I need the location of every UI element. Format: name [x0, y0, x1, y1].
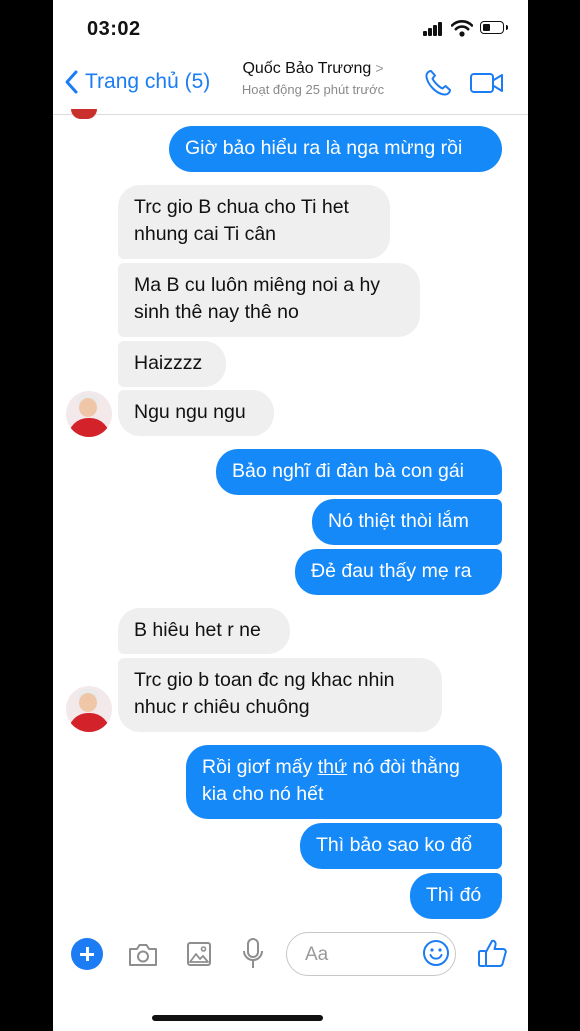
microphone-icon[interactable]: [242, 937, 264, 971]
message-bubble-sent[interactable]: Thì đó: [410, 873, 502, 919]
gallery-icon[interactable]: [186, 941, 212, 967]
contact-info[interactable]: Quốc Bảo Trương > Hoạt động 25 phút trước: [228, 60, 398, 97]
phone-icon[interactable]: [423, 68, 453, 98]
message-composer: Aa: [53, 920, 528, 990]
message-bubble-received[interactable]: B hiêu het r ne: [118, 608, 290, 654]
activity-status: Hoạt động 25 phút trước: [241, 82, 385, 97]
message-bubble-received[interactable]: Ngu ngu ngu: [118, 390, 274, 436]
home-indicator[interactable]: [152, 1015, 323, 1021]
message-input-placeholder: Aa: [305, 944, 329, 965]
message-bubble-sent[interactable]: Rồi giơf mấy thứ nó đòi thằng kia cho nó…: [186, 745, 502, 819]
back-chevron-icon: [65, 70, 78, 94]
back-button[interactable]: Trang chủ (5): [61, 64, 210, 100]
status-bar: 03:02: [53, 0, 528, 52]
message-bubble-sent[interactable]: Đẻ đau thấy mẹ ra: [295, 549, 502, 595]
battery-icon: [480, 21, 508, 34]
contact-title: Quốc Bảo Trương >: [228, 60, 398, 78]
contact-avatar[interactable]: [66, 391, 112, 437]
phone-screen: 03:02 Trang chủ (5) Quốc Bảo Trương > Hoạ…: [53, 0, 528, 1031]
message-bubble-sent[interactable]: Giờ bảo hiểu ra là nga mừng rồi: [169, 126, 502, 172]
camera-icon[interactable]: [127, 942, 159, 968]
message-bubble-received[interactable]: Trc gio B chua cho Ti het nhung cai Ti c…: [118, 185, 390, 259]
contact-avatar[interactable]: [66, 686, 112, 732]
message-bubble-sent[interactable]: Bảo nghĩ đi đàn bà con gái: [216, 449, 502, 495]
avatar: [71, 109, 97, 119]
message-bubble-received[interactable]: Haizzzz: [118, 341, 226, 387]
chevron-right-icon: >: [375, 60, 384, 76]
status-time: 03:02: [87, 18, 141, 40]
video-camera-icon[interactable]: [469, 71, 505, 95]
conversation-header: Trang chủ (5) Quốc Bảo Trương > Hoạt động…: [53, 52, 528, 115]
message-bubble-received[interactable]: Ma B cu luôn miêng noi a hy sinh thê nay…: [118, 263, 420, 337]
wifi-icon: [451, 20, 473, 37]
underlined-word: thứ: [317, 756, 348, 778]
message-bubble-received[interactable]: Trc gio b toan đc ng khac nhin nhuc r ch…: [118, 658, 442, 732]
plus-icon[interactable]: [71, 938, 103, 970]
back-label: Trang chủ (5): [85, 70, 211, 93]
emoji-icon[interactable]: [422, 939, 450, 967]
message-input[interactable]: Aa: [286, 932, 456, 976]
message-bubble-sent[interactable]: Nó thiệt thòi lắm: [312, 499, 502, 545]
message-bubble-sent[interactable]: Thì bảo sao ko đổ: [300, 823, 502, 869]
message-list[interactable]: Giờ bảo hiểu ra là nga mừng rồi Trc gio …: [53, 109, 528, 920]
contact-name: Quốc Bảo Trương: [242, 60, 372, 77]
thumbs-up-icon[interactable]: [477, 937, 509, 969]
cellular-signal-icon: [423, 22, 443, 36]
